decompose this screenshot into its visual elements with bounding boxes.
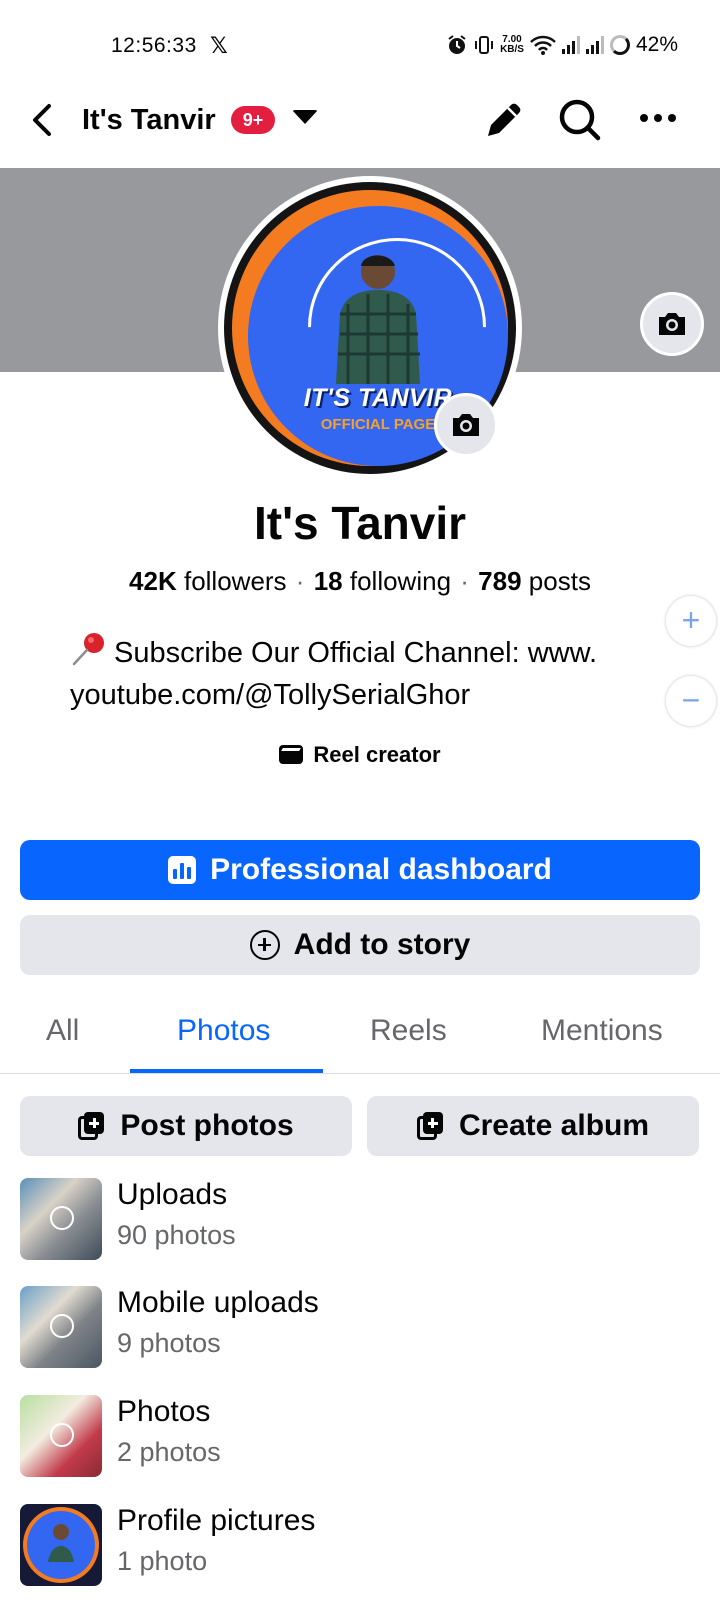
back-arrow-icon[interactable] — [24, 100, 64, 140]
profile-stats: 42K followers · 18 following · 789 posts — [0, 566, 720, 597]
album-thumbnail — [20, 1286, 102, 1368]
add-album-icon — [416, 1112, 443, 1140]
active-tab-indicator — [130, 1069, 323, 1073]
network-speed: 7.00 KB/S — [500, 35, 524, 55]
clapperboard-icon — [279, 745, 304, 764]
avatar-camera-button[interactable] — [434, 393, 498, 457]
tab-photos[interactable]: Photos — [177, 1014, 270, 1048]
album-thumbnail — [20, 1178, 102, 1260]
professional-dashboard-button[interactable]: Professional dashboard — [20, 840, 700, 900]
profile-picture-thumbnail — [23, 1507, 99, 1583]
posts-count: 789 — [478, 566, 522, 596]
add-to-story-button[interactable]: Add to story — [20, 915, 700, 975]
album-row-profile-pictures[interactable]: Profile pictures 1 photo — [0, 1496, 720, 1596]
status-time: 12:56:33 — [111, 34, 197, 57]
album-title: Mobile uploads — [117, 1286, 319, 1319]
page-title[interactable]: It's Tanvir — [82, 100, 216, 140]
followers-count[interactable]: 42K — [129, 566, 177, 596]
followers-label[interactable]: followers — [184, 566, 287, 596]
more-icon[interactable] — [634, 96, 682, 144]
posts-label: posts — [528, 566, 591, 596]
content-tabs: All Photos Reels Mentions — [0, 996, 720, 1074]
professional-dashboard-label: Professional dashboard — [210, 853, 552, 886]
album-count: 90 photos — [117, 1220, 236, 1250]
album-count: 1 photo — [117, 1546, 208, 1576]
tab-all[interactable]: All — [46, 1014, 79, 1048]
create-album-label: Create album — [458, 1109, 650, 1142]
wifi-icon — [530, 35, 556, 55]
alarm-icon — [448, 35, 466, 54]
battery-level: 42% — [635, 33, 678, 56]
battery-icon — [609, 35, 630, 55]
album-count: 9 photos — [117, 1328, 221, 1358]
album-row-photos[interactable]: Photos 2 photos — [0, 1387, 720, 1487]
edit-pencil-icon[interactable] — [480, 96, 528, 144]
caret-down-icon[interactable] — [292, 110, 318, 124]
create-album-button[interactable]: Create album — [367, 1096, 699, 1156]
zoom-in-button[interactable]: + — [666, 596, 716, 646]
camera-icon — [453, 414, 479, 436]
album-title: Uploads — [117, 1178, 228, 1211]
profile-category: Reel creator — [0, 742, 720, 768]
album-title: Photos — [117, 1395, 211, 1428]
network-speed-unit: KB/S — [500, 44, 524, 55]
tab-reels[interactable]: Reels — [370, 1014, 447, 1048]
play-icon — [50, 1423, 74, 1447]
post-photos-button[interactable]: Post photos — [20, 1096, 352, 1156]
play-icon — [50, 1314, 74, 1338]
play-icon — [50, 1206, 74, 1230]
signal-bars-1-icon — [561, 36, 580, 54]
album-thumbnail — [20, 1395, 102, 1477]
avatar-person-figure — [336, 255, 420, 384]
page-header: It's Tanvir 9+ — [0, 96, 720, 168]
album-row-mobile-uploads[interactable]: Mobile uploads 9 photos — [0, 1278, 720, 1378]
add-circle-icon — [249, 930, 280, 960]
x-logo-icon: 𝕏 — [210, 33, 228, 58]
separator-dot: · — [295, 566, 305, 596]
cover-camera-button[interactable] — [640, 292, 704, 356]
separator-dot: · — [460, 566, 469, 596]
album-count: 2 photos — [117, 1437, 221, 1467]
search-icon[interactable] — [556, 96, 604, 144]
album-row-uploads[interactable]: Uploads 90 photos — [0, 1170, 720, 1270]
album-thumbnail — [20, 1504, 102, 1586]
following-count[interactable]: 18 — [314, 566, 343, 596]
add-photo-icon — [78, 1112, 105, 1140]
profile-name: It's Tanvir — [253, 497, 467, 549]
status-icons: 7.00 KB/S 42% — [446, 33, 678, 57]
album-title: Profile pictures — [117, 1504, 316, 1537]
category-label: Reel creator — [313, 742, 441, 767]
pushpin-icon — [72, 633, 104, 666]
zoom-out-button[interactable]: − — [666, 676, 716, 726]
camera-icon — [659, 313, 685, 335]
tab-mentions[interactable]: Mentions — [541, 1014, 663, 1048]
notification-badge[interactable]: 9+ — [231, 106, 275, 134]
following-label[interactable]: following — [350, 566, 451, 596]
add-to-story-label: Add to story — [293, 928, 471, 961]
bio-text: Subscribe Our Official Channel: www. you… — [70, 637, 598, 711]
post-photos-label: Post photos — [120, 1109, 294, 1142]
status-bar: 12:56:33 𝕏 7.00 KB/S 42% — [0, 0, 720, 96]
vibrate-icon — [475, 36, 494, 54]
profile-bio: Subscribe Our Official Channel: www. you… — [70, 630, 660, 716]
dashboard-chart-icon — [168, 856, 197, 884]
signal-bars-2-icon — [585, 36, 604, 54]
